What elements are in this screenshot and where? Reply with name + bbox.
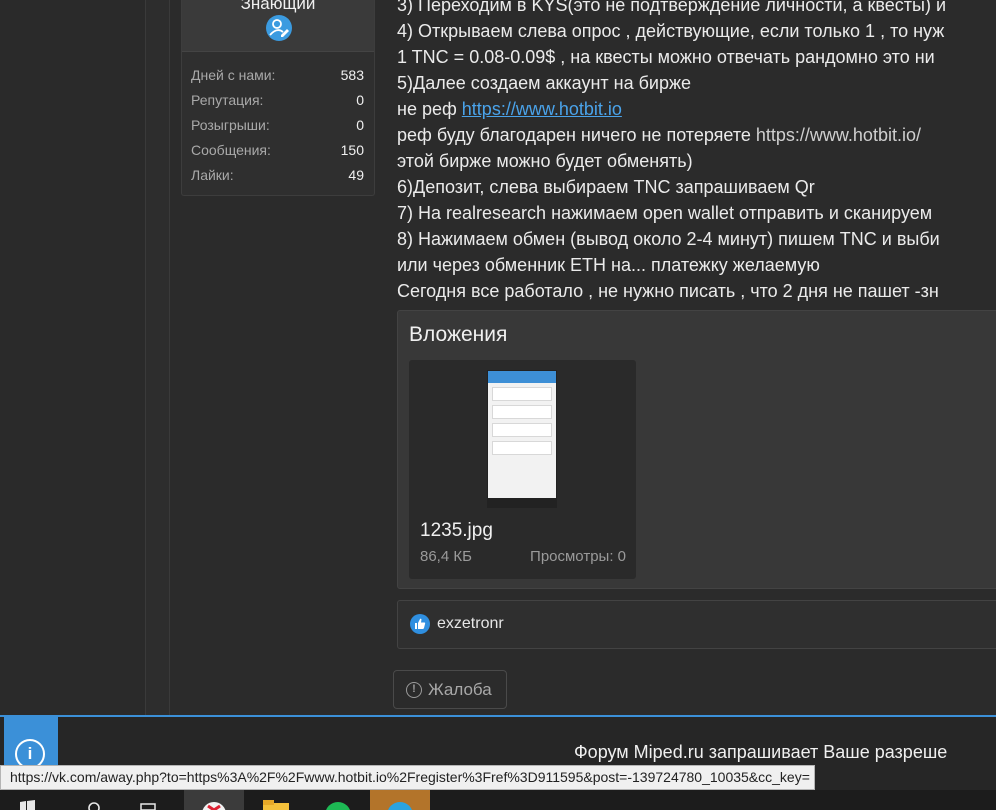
hotbit-ref-link[interactable]: https://www.hotbit.io/ [756, 125, 921, 145]
stat-reputation: Репутация: 0 [191, 87, 364, 112]
left-gutter [0, 0, 146, 716]
post-line: 4) Открываем слева опрос , действующие, … [397, 21, 945, 41]
left-gutter-divider [146, 0, 170, 716]
report-label: Жалоба [428, 680, 492, 699]
post-line: 8) Нажимаем обмен (вывод около 2-4 минут… [397, 229, 940, 249]
windows-start-icon[interactable] [14, 790, 40, 810]
user-card: Знающий Дней с нами: 583 Репутация: 0 Ро… [181, 0, 375, 196]
taskbar-app-explorer-icon[interactable] [246, 790, 306, 810]
stat-value: 0 [356, 91, 364, 108]
stat-label: Розыгрыши: [191, 116, 270, 133]
stat-label: Репутация: [191, 91, 264, 108]
thumbnail-row [492, 441, 552, 455]
stat-value: 49 [348, 166, 364, 183]
post-line: не реф https://www.hotbit.io [397, 96, 996, 122]
post-line: 1 TNC = 0.08-0.09$ , на квесты можно отв… [397, 47, 935, 67]
thumbnail-appbar [488, 371, 556, 383]
taskbar-app-spotify-icon[interactable] [308, 790, 368, 810]
stat-label: Дней с нами: [191, 66, 276, 83]
notification-text: Форум Miped.ru запрашивает Ваше разреше [574, 742, 948, 762]
user-edit-icon [266, 15, 292, 41]
thumbnail-navbar [488, 498, 556, 507]
reactor-username[interactable]: exzetronr [437, 615, 504, 633]
task-view-icon[interactable] [136, 790, 160, 810]
post-text-fragment: не реф [397, 99, 462, 119]
attachment-views: Просмотры: 0 [530, 548, 626, 565]
attachments-block: Вложения 1235.jpg 86,4 КБ Просмотры: 0 [397, 310, 996, 589]
post-line: или через обменник ETH на... платежку же… [397, 255, 820, 275]
report-button[interactable]: ! Жалоба [393, 670, 507, 709]
thumbnail-row [492, 423, 552, 437]
attachment-size: 86,4 КБ [420, 548, 472, 565]
reactions-bar: exzetronr [397, 600, 996, 649]
attachment-thumbnail[interactable] [487, 370, 557, 508]
post-body: 3) Переходим в KYS(это не подтверждение … [397, 0, 996, 304]
thumbs-up-icon [410, 614, 430, 634]
taskbar-app-telegram-icon[interactable] [370, 790, 430, 810]
attachment-meta: 86,4 КБ Просмотры: 0 [420, 548, 626, 565]
post-line: 3) Переходим в KYS(это не подтверждение … [397, 0, 947, 15]
post-text-fragment: реф буду благодарен ничего не потеряете [397, 125, 756, 145]
attachments-title: Вложения [409, 323, 508, 346]
search-icon[interactable] [84, 790, 104, 810]
taskbar-app-yandex[interactable] [184, 790, 244, 810]
attachment-item[interactable]: 1235.jpg 86,4 КБ Просмотры: 0 [409, 360, 636, 579]
post-line: Сегодня все работало , не нужно писать ,… [397, 281, 939, 301]
stat-giveaways: Розыгрыши: 0 [191, 112, 364, 137]
stat-messages: Сообщения: 150 [191, 137, 364, 162]
post-line: 5)Далее создаем аккаунт на бирже [397, 73, 692, 93]
stat-label: Сообщения: [191, 141, 271, 158]
user-stats: Дней с нами: 583 Репутация: 0 Розыгрыши:… [182, 52, 374, 187]
exclamation-circle-icon: ! [406, 682, 422, 698]
post-line: 6)Депозит, слева выбираем TNC запрашивае… [397, 177, 815, 197]
stat-likes: Лайки: 49 [191, 162, 364, 187]
hotbit-link[interactable]: https://www.hotbit.io [462, 99, 622, 119]
thumbnail-row [492, 387, 552, 401]
user-rank: Знающий [240, 0, 316, 13]
stat-value: 583 [340, 66, 364, 83]
user-card-header: Знающий [182, 0, 374, 52]
stat-value: 150 [340, 141, 364, 158]
stat-days: Дней с нами: 583 [191, 62, 364, 87]
attachment-filename[interactable]: 1235.jpg [420, 520, 493, 542]
post-line: 7) На realresearch нажимаем open wallet … [397, 203, 933, 223]
taskbar [0, 790, 996, 810]
stat-value: 0 [356, 116, 364, 133]
post-line: реф буду благодарен ничего не потеряете … [397, 122, 996, 148]
post-line: этой бирже можно будет обменять) [397, 151, 693, 171]
stat-label: Лайки: [191, 166, 234, 183]
status-bar-url: https://vk.com/away.php?to=https%3A%2F%2… [0, 765, 815, 790]
thumbnail-row [492, 405, 552, 419]
